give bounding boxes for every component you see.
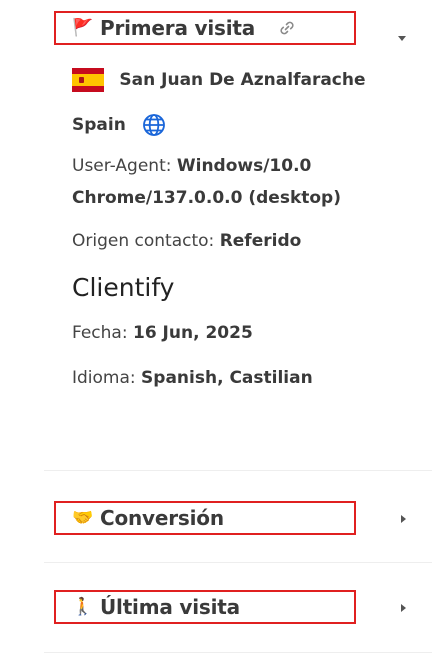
caret-right-icon[interactable] (401, 604, 406, 612)
user-agent-browser: Chrome/137.0.0.0 (desktop) (72, 188, 341, 208)
primera-visita-title: Primera visita (100, 16, 256, 40)
location-row: San Juan De Aznalfarache (72, 68, 366, 92)
user-agent-os: Windows/10.0 (176, 156, 312, 176)
origin-label: Origen contacto: (72, 231, 215, 251)
user-agent-line2: Chrome/137.0.0.0 (desktop) (72, 188, 341, 208)
spain-flag-icon (72, 68, 104, 92)
origin-row: Origen contacto: Referido (72, 231, 301, 251)
globe-icon[interactable] (142, 113, 166, 137)
caret-right-icon[interactable] (401, 515, 406, 523)
country-name: Spain (72, 115, 126, 135)
origin-value: Referido (219, 231, 302, 251)
conversion-title: Conversión (100, 506, 224, 530)
ultima-visita-header[interactable]: 🚶 Última visita (54, 590, 356, 624)
section-divider (44, 562, 432, 563)
user-agent-label: User-Agent: (72, 156, 172, 176)
date-label: Fecha: (72, 323, 128, 343)
section-divider (44, 470, 432, 471)
link-icon[interactable] (277, 18, 297, 38)
red-flag-icon: 🚩 (72, 17, 94, 38)
user-agent-line1: User-Agent: Windows/10.0 (72, 156, 311, 176)
caret-down-icon[interactable] (398, 36, 406, 41)
source-name: Clientify (72, 273, 175, 302)
date-value: 16 Jun, 2025 (132, 323, 253, 343)
language-label: Idioma: (72, 368, 136, 388)
section-divider (44, 652, 432, 653)
ultima-visita-title: Última visita (100, 595, 240, 619)
country-row: Spain (72, 113, 166, 137)
date-row: Fecha: 16 Jun, 2025 (72, 323, 253, 343)
language-row: Idioma: Spanish, Castilian (72, 368, 313, 388)
conversion-header[interactable]: 🤝 Conversión (54, 501, 356, 535)
language-value: Spanish, Castilian (141, 368, 313, 388)
handshake-icon: 🤝 (72, 507, 94, 528)
city-name: San Juan De Aznalfarache (119, 70, 366, 90)
person-walking-icon: 🚶 (72, 596, 94, 617)
primera-visita-header[interactable]: 🚩 Primera visita (54, 11, 356, 45)
